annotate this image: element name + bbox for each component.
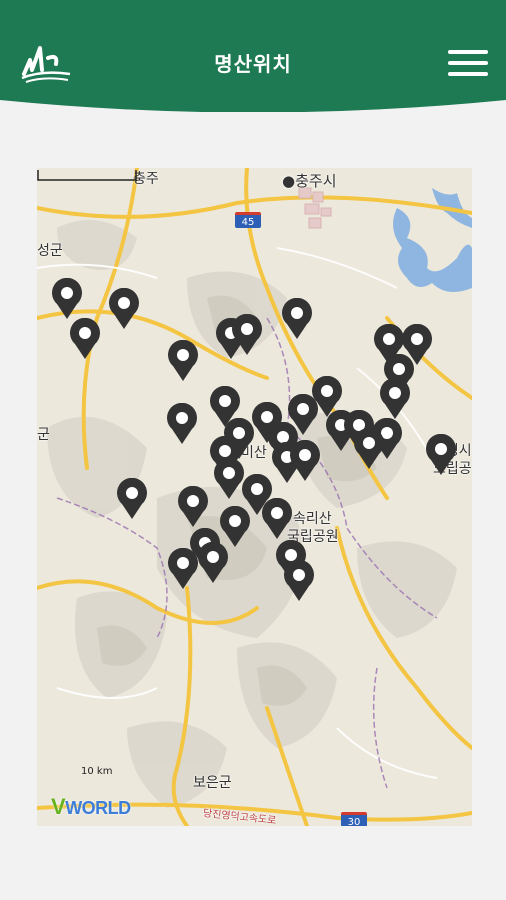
- highway-30-shield: 30: [341, 812, 367, 826]
- mountain-marker-icon[interactable]: [260, 498, 294, 540]
- mountain-marker-icon[interactable]: [282, 560, 316, 602]
- vworld-logo-text: WORLD: [65, 798, 131, 818]
- mountain-marker-icon[interactable]: [107, 288, 141, 330]
- scale-bar: [37, 170, 137, 181]
- hamburger-menu-icon[interactable]: [448, 50, 488, 80]
- mountain-marker-icon[interactable]: [378, 378, 412, 420]
- mountain-marker-icon[interactable]: [165, 403, 199, 445]
- mountain-marker-icon[interactable]: [280, 298, 314, 340]
- mountain-marker-icon[interactable]: [68, 318, 102, 360]
- map-label-boeun: 보은군: [193, 775, 232, 791]
- map-label-songnisan: 속리산: [293, 511, 332, 527]
- highway-45-shield: 45: [235, 212, 261, 228]
- map-label-chungju-si: ●충주시: [282, 172, 337, 190]
- mountain-marker-icon[interactable]: [230, 314, 264, 356]
- mountain-marker-icon[interactable]: [166, 548, 200, 590]
- mountain-marker-icon[interactable]: [115, 478, 149, 520]
- map-label-gun: 군: [37, 427, 50, 443]
- map-label-seonggun: 성군: [37, 243, 63, 259]
- vworld-logo: VWORLD: [51, 794, 131, 820]
- mountain-marker-icon[interactable]: [424, 434, 458, 476]
- app-header: 명산위치: [0, 0, 506, 112]
- mountain-marker-icon[interactable]: [352, 428, 386, 470]
- mountain-marker-icon[interactable]: [288, 440, 322, 482]
- mountain-marker-icon[interactable]: [196, 542, 230, 584]
- vworld-logo-v: V: [51, 794, 66, 819]
- mountain-marker-icon[interactable]: [176, 486, 210, 528]
- mountain-location-map[interactable]: 충주 ●충주시 성군 군 문경시 도립공 미산 속리산 국립공원 보은군 당진영…: [37, 168, 472, 826]
- map-label-chungju-si-text: 충주시: [295, 172, 337, 190]
- mountain-marker-icon[interactable]: [50, 278, 84, 320]
- mountain-marker-icon[interactable]: [166, 340, 200, 382]
- scale-label: 10 km: [81, 766, 113, 777]
- page-title: 명산위치: [214, 52, 292, 76]
